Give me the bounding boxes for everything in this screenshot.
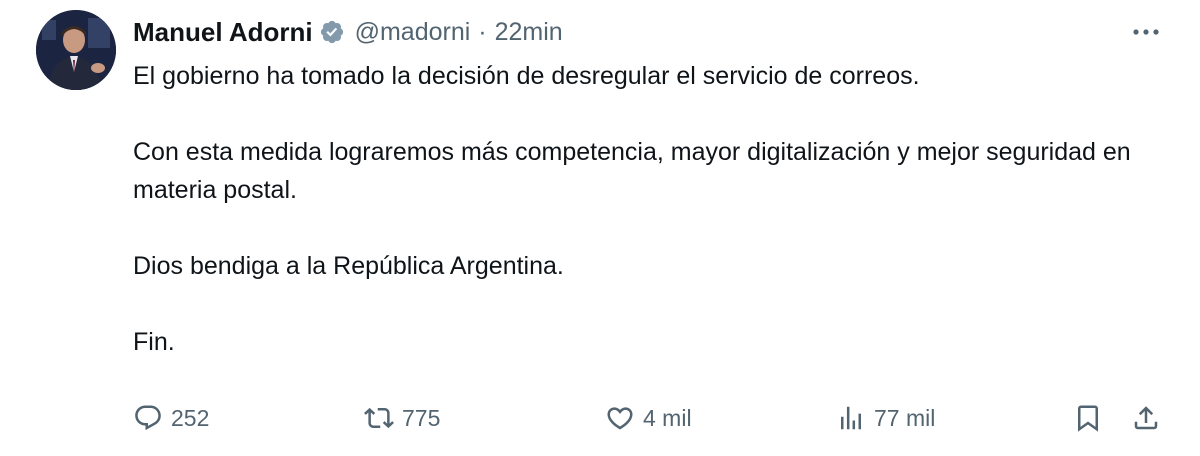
share-button[interactable] [1131,398,1161,438]
tweet-paragraph: El gobierno ha tomado la decisión de des… [133,62,920,90]
share-icon [1134,406,1158,430]
author-handle[interactable]: @madorni [355,18,471,47]
avatar[interactable] [36,10,116,90]
separator-dot: · [478,17,487,46]
views-button[interactable]: 77 mil [836,398,935,438]
more-icon [1133,29,1159,35]
views-count: 77 mil [874,404,936,431]
reply-count: 252 [171,404,210,431]
tweet-paragraph: Dios bendiga a la República Argentina. [133,252,564,280]
like-button[interactable]: 4 mil [605,398,692,438]
tweet-text: El gobierno ha tomado la decisión de des… [133,57,1163,361]
bookmark-button[interactable] [1073,398,1103,438]
tweet-paragraph: Fin. [133,328,175,356]
timestamp[interactable]: 22min [495,18,563,47]
author-name[interactable]: Manuel Adorni [133,17,313,48]
bookmark-icon [1078,405,1098,432]
tweet-header: Manuel Adorni @madorni · 22min [133,14,563,50]
retweet-button[interactable]: 775 [364,398,440,438]
reply-icon [135,405,161,431]
avatar-image [36,10,116,90]
reply-button[interactable]: 252 [133,398,209,438]
more-options-button[interactable] [1126,18,1166,46]
retweet-icon [364,407,394,429]
tweet-card: Manuel Adorni @madorni · 22min El gobier… [0,0,1200,456]
like-count: 4 mil [643,404,692,431]
retweet-count: 775 [402,404,441,431]
tweet-paragraph: Con esta medida lograremos más competenc… [133,138,1131,204]
verified-badge-icon [319,19,345,45]
heart-icon [607,407,633,430]
action-bar: 252 775 4 mil 77 mil [0,398,1200,438]
views-icon [841,406,861,430]
